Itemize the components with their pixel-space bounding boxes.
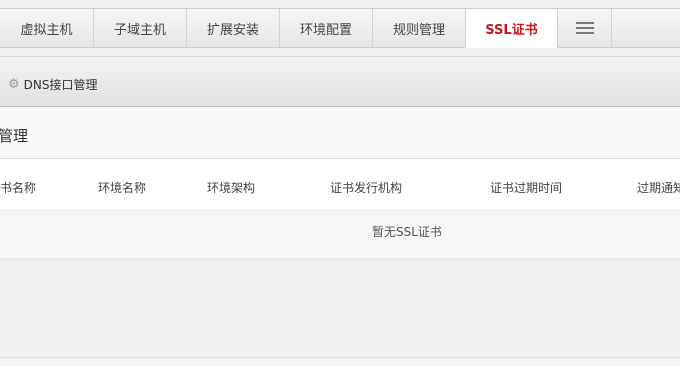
tab-ssl-certificate[interactable]: SSL证书 xyxy=(466,9,558,48)
dns-interface-management-label: DNS接口管理 xyxy=(23,77,98,92)
panel-title: 管理 xyxy=(0,127,29,145)
ssl-certificate-panel: 管理 证书名称 环境名称 环境架构 证书发行机构 证书过期时间 过期通知 暂无S… xyxy=(0,108,680,258)
tab-extension-install[interactable]: 扩展安装 xyxy=(187,9,280,47)
bottom-divider xyxy=(0,357,680,366)
dns-interface-management-button[interactable]: ⚙ DNS接口管理 xyxy=(8,75,98,93)
hamburger-menu-icon xyxy=(575,21,594,35)
tab-virtual-host[interactable]: 虚拟主机 xyxy=(0,9,94,47)
column-header-env-arch: 环境架构 xyxy=(207,181,256,195)
tab-rule-management[interactable]: 规则管理 xyxy=(373,9,466,47)
column-header-cert-name: 证书名称 xyxy=(0,181,37,195)
empty-state-text: 暂无SSL证书 xyxy=(372,225,442,239)
more-menu-button[interactable] xyxy=(558,9,612,47)
column-header-issuer: 证书发行机构 xyxy=(330,181,403,195)
panel-header: 管理 xyxy=(0,108,680,159)
tab-subdomain-host[interactable]: 子域主机 xyxy=(94,9,187,47)
tab-environment-config[interactable]: 环境配置 xyxy=(280,9,373,47)
column-header-env-name: 环境名称 xyxy=(98,181,147,195)
top-tab-bar: 虚拟主机 子域主机 扩展安装 环境配置 规则管理 SSL证书 xyxy=(0,8,680,48)
column-header-expiry-notice: 过期通知 xyxy=(637,181,680,195)
gear-icon: ⚙ xyxy=(8,76,20,92)
sub-toolbar: ⚙ DNS接口管理 xyxy=(0,56,680,107)
empty-state-row: 暂无SSL证书 xyxy=(0,210,680,258)
column-header-expiry-time: 证书过期时间 xyxy=(490,181,563,195)
